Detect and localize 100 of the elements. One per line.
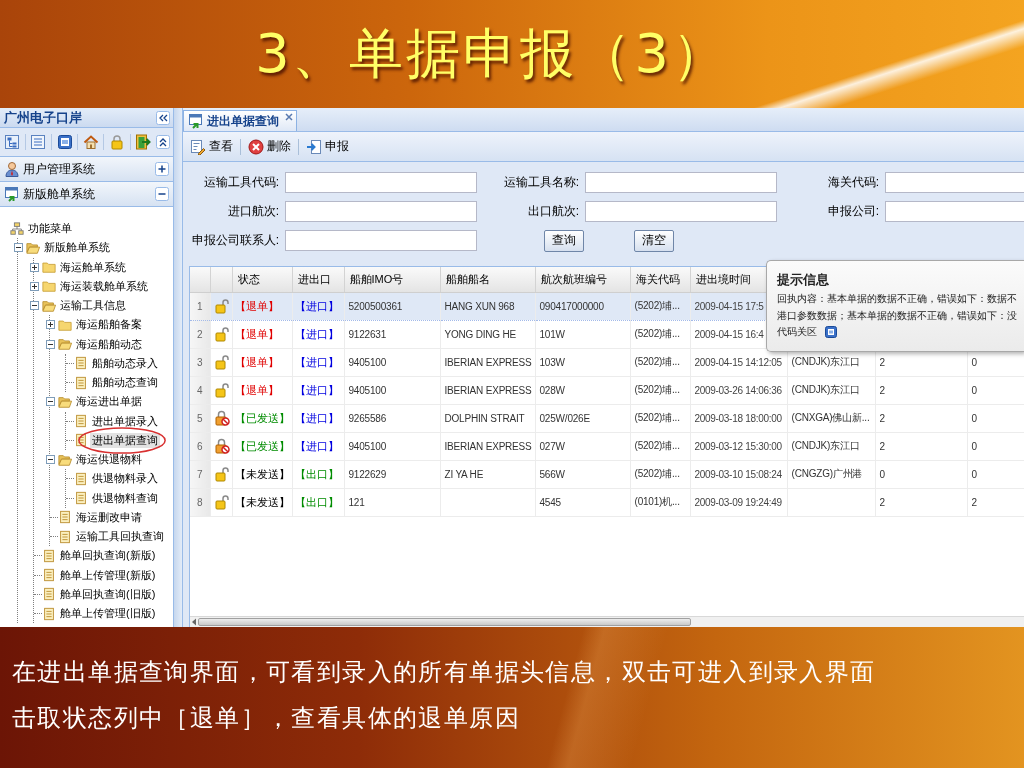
field-label: 运输工具代码: — [202, 174, 280, 191]
minus-box-icon[interactable] — [45, 397, 55, 407]
input-field[interactable] — [885, 201, 1024, 222]
scrollbar-thumb[interactable] — [198, 618, 691, 626]
accordion-header[interactable]: 新版舱单系统 — [0, 182, 173, 207]
column-header[interactable]: 船舶船名 — [440, 267, 535, 292]
table-cell: (0101)机... — [630, 488, 690, 516]
table-cell: (5202)埔... — [630, 320, 690, 348]
form-button[interactable]: 清空 — [634, 229, 674, 252]
tree-item[interactable]: 运输工具回执查询 — [74, 529, 166, 545]
column-header[interactable]: 海关代码 — [630, 267, 690, 292]
tree-item[interactable]: 进出单据查询 — [90, 432, 160, 448]
tree-item[interactable]: 海运删改申请 — [74, 509, 144, 525]
arrow-left-icon[interactable] — [190, 617, 198, 627]
table-cell: 103W — [535, 348, 630, 376]
table-cell: 9405100 — [344, 432, 440, 460]
table-row[interactable]: 3 【退单】 【进口】 9405100 IBERIAN EXPRESS 103W (5202)埔... 2009-04-15 14:12:05 (CNDJK)东江口 2 0 — [190, 348, 1024, 376]
tree-item[interactable]: 海运进出单据 — [74, 394, 144, 410]
input-field[interactable] — [585, 201, 777, 222]
minus-box-icon[interactable] — [29, 301, 39, 311]
exit-door-icon[interactable] — [135, 134, 152, 150]
plus-box-icon[interactable] — [29, 262, 39, 272]
table-row[interactable]: 8 【未发送】 【出口】 121 4545 (0101)机... 2009-03-09 19:24:49 2 2 — [190, 488, 1024, 516]
direction-text: 【出口】 — [292, 460, 344, 488]
window-icon[interactable] — [825, 326, 837, 339]
table-cell: 2009-03-10 15:08:24 — [690, 460, 787, 488]
plus-box-icon[interactable] — [29, 281, 39, 291]
field-label: 出口航次: — [526, 203, 580, 220]
plus-box-icon[interactable] — [45, 320, 55, 330]
status-text: 【退单】 — [232, 376, 292, 404]
tree-item[interactable]: 运输工具信息 — [58, 298, 128, 314]
edit-icon — [190, 138, 206, 155]
tab[interactable]: 进出单据查询 — [183, 110, 297, 131]
field-label: 运输工具名称: — [502, 174, 580, 191]
table-cell: 0 — [967, 432, 1024, 460]
home-icon[interactable] — [82, 134, 99, 150]
page-icon — [74, 356, 88, 371]
slide-note: 击取状态列中［退单］，查看具体的退单原因 — [12, 704, 521, 733]
table-row[interactable]: 6 【已发送】 【进口】 9405100 IBERIAN EXPRESS 027W (5202)埔... 2009-03-12 15:30:00 (CNDJK)东江口 2 0 — [190, 432, 1024, 460]
double-chevron-up-icon[interactable] — [155, 135, 170, 149]
tree-item[interactable]: 海运船舶备案 — [74, 317, 144, 333]
form-button[interactable]: 查询 — [544, 229, 584, 252]
column-header[interactable]: 航次航班编号 — [535, 267, 630, 292]
toolbar-button[interactable]: 删除 — [244, 135, 295, 158]
tree-item[interactable]: 供退物料查询 — [90, 490, 160, 506]
table-cell: (5202)埔... — [630, 460, 690, 488]
table-row[interactable]: 4 【退单】 【进口】 9405100 IBERIAN EXPRESS 028W (5202)埔... 2009-03-26 14:06:36 (CNDJK)东江口 2 0 — [190, 376, 1024, 404]
toolbar-button[interactable]: 查看 — [186, 135, 237, 158]
tree-item[interactable]: 舱单上传管理(新版) — [58, 567, 158, 583]
column-header[interactable]: 状态 — [232, 267, 292, 292]
table-cell: 2009-03-26 14:06:36 — [690, 376, 787, 404]
table-cell: 027W — [535, 432, 630, 460]
hierarchy-icon[interactable] — [4, 134, 20, 150]
input-field[interactable] — [585, 172, 777, 193]
tree-item[interactable]: 功能菜单 — [26, 221, 74, 237]
slide-title: 3、单据申报（3） — [255, 20, 729, 87]
tree-item[interactable]: 供退物料录入 — [90, 471, 160, 487]
tree-item[interactable]: 新版舱单系统 — [42, 240, 112, 256]
input-field[interactable] — [885, 172, 1024, 193]
accordion-header[interactable]: 用户管理系统 — [0, 157, 173, 182]
list-icon[interactable] — [30, 134, 47, 150]
table-cell: 2 — [875, 432, 967, 460]
input-field[interactable] — [285, 172, 477, 193]
tree-item[interactable]: 海运船舶动态 — [74, 336, 144, 352]
table-cell: IBERIAN EXPRESS — [440, 348, 535, 376]
window-icon[interactable] — [56, 134, 73, 150]
table-cell: DOLPHIN STRAIT — [440, 404, 535, 432]
hierarchy-icon — [10, 221, 24, 236]
tree-item[interactable]: 进出单据录入 — [90, 413, 160, 429]
close-icon[interactable] — [285, 113, 293, 121]
input-field[interactable] — [285, 230, 477, 251]
table-cell: IBERIAN EXPRESS — [440, 376, 535, 404]
tree-item[interactable]: 舱单回执查询(新版) — [58, 548, 158, 564]
plus-icon[interactable] — [155, 162, 169, 176]
tree-item[interactable]: 海运舱单系统 — [58, 259, 128, 275]
sidebar-title: 广州电子口岸 — [4, 108, 82, 127]
tree-item[interactable]: 海运装载舱单系统 — [58, 278, 150, 294]
table-row[interactable]: 5 【已发送】 【进口】 9265586 DOLPHIN STRAIT 025W/026E (5202)埔... 2009-03-18 18:00:00 (CNXGA)佛山新... 2 0 — [190, 404, 1024, 432]
page-icon — [42, 548, 56, 563]
table-cell: 2 — [875, 376, 967, 404]
table-cell: 9405100 — [344, 348, 440, 376]
tree-item[interactable]: 船舶动态录入 — [90, 355, 160, 371]
table-cell: (CNXGA)佛山新... — [787, 404, 875, 432]
tree-item[interactable]: 舱单回执查询(旧版) — [58, 586, 158, 602]
column-header[interactable]: 船舶IMO号 — [344, 267, 440, 292]
double-chevron-left-icon[interactable] — [156, 110, 170, 125]
input-field[interactable] — [285, 201, 477, 222]
page-icon — [74, 491, 88, 506]
table-cell: 121 — [344, 488, 440, 516]
minus-box-icon[interactable] — [45, 339, 55, 349]
table-row[interactable]: 7 【未发送】 【出口】 9122629 ZI YA HE 566W (5202)埔... 2009-03-10 15:08:24 (CNGZG)广州港 0 0 — [190, 460, 1024, 488]
tree-item[interactable]: 舱单上传管理(旧版) — [58, 606, 158, 622]
minus-box-icon[interactable] — [13, 243, 23, 253]
tree-item[interactable]: 海运供退物料 — [74, 452, 144, 468]
tree-item[interactable]: 船舶动态查询 — [90, 375, 160, 391]
column-header[interactable]: 进出口 — [292, 267, 344, 292]
minus-icon[interactable] — [155, 187, 169, 201]
toolbar-button[interactable]: 申报 — [302, 135, 353, 158]
horizontal-scrollbar[interactable] — [190, 616, 1024, 627]
minus-box-icon[interactable] — [45, 455, 55, 465]
